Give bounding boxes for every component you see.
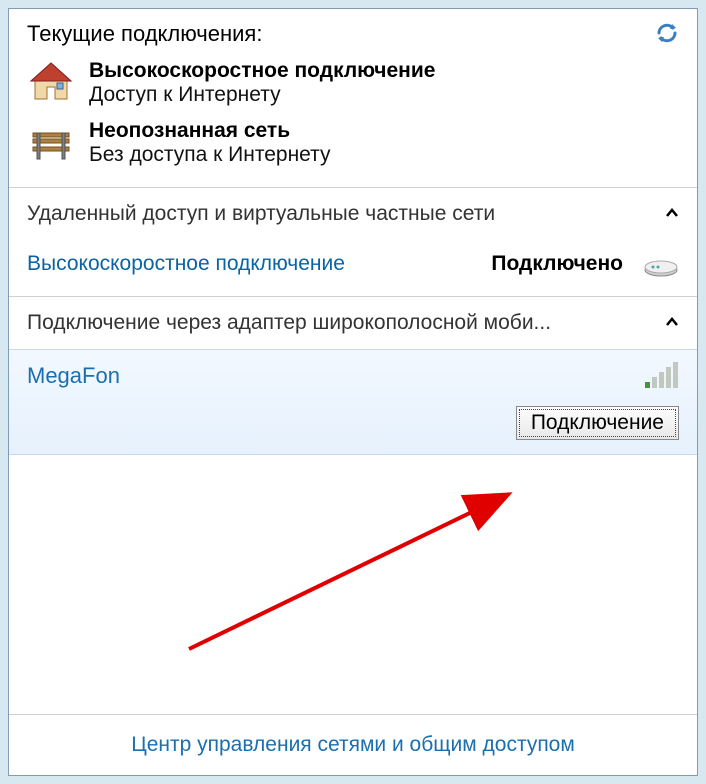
section-title: Удаленный доступ и виртуальные частные с… xyxy=(27,202,495,226)
bench-icon xyxy=(27,119,75,167)
connection-name: Высокоскоростное подключение xyxy=(89,59,435,83)
header-title: Текущие подключения: xyxy=(27,21,262,47)
connection-item: Неопознанная сеть Без доступа к Интернет… xyxy=(27,113,679,173)
network-name: MegaFon xyxy=(27,363,120,389)
vpn-connection-row[interactable]: Высокоскоростное подключение Подключено xyxy=(9,240,697,296)
megafon-panel[interactable]: MegaFon Подключение xyxy=(9,349,697,455)
connection-text: Неопознанная сеть Без доступа к Интернет… xyxy=(89,119,331,167)
section-title: Подключение через адаптер широкополосной… xyxy=(27,311,551,335)
megafon-top: MegaFon xyxy=(27,362,679,390)
signal-bars-icon xyxy=(643,362,679,390)
connection-status: Доступ к Интернету xyxy=(89,83,435,107)
connect-button[interactable]: Подключение xyxy=(516,406,679,440)
network-flyout: Текущие подключения: Высокоскоростное по… xyxy=(8,8,698,776)
vpn-status: Подключено xyxy=(491,252,623,276)
chevron-up-icon xyxy=(665,314,679,332)
connection-name: Неопознанная сеть xyxy=(89,119,331,143)
vpn-name: Высокоскоростное подключение xyxy=(27,252,481,276)
modem-icon xyxy=(643,250,679,278)
connection-text: Высокоскоростное подключение Доступ к Ин… xyxy=(89,59,435,107)
section-vpn-header[interactable]: Удаленный доступ и виртуальные частные с… xyxy=(9,188,697,240)
connection-status: Без доступа к Интернету xyxy=(89,143,331,167)
network-center-link[interactable]: Центр управления сетями и общим доступом xyxy=(131,733,575,756)
connect-row: Подключение xyxy=(27,406,679,440)
current-connections: Высокоскоростное подключение Доступ к Ин… xyxy=(9,47,697,187)
connection-item: Высокоскоростное подключение Доступ к Ин… xyxy=(27,53,679,113)
spacer xyxy=(9,455,697,714)
header: Текущие подключения: xyxy=(9,9,697,47)
footer: Центр управления сетями и общим доступом xyxy=(9,714,697,775)
section-broadband-header[interactable]: Подключение через адаптер широкополосной… xyxy=(9,297,697,349)
house-icon xyxy=(27,59,75,107)
chevron-up-icon xyxy=(665,205,679,223)
refresh-icon[interactable] xyxy=(655,21,679,45)
